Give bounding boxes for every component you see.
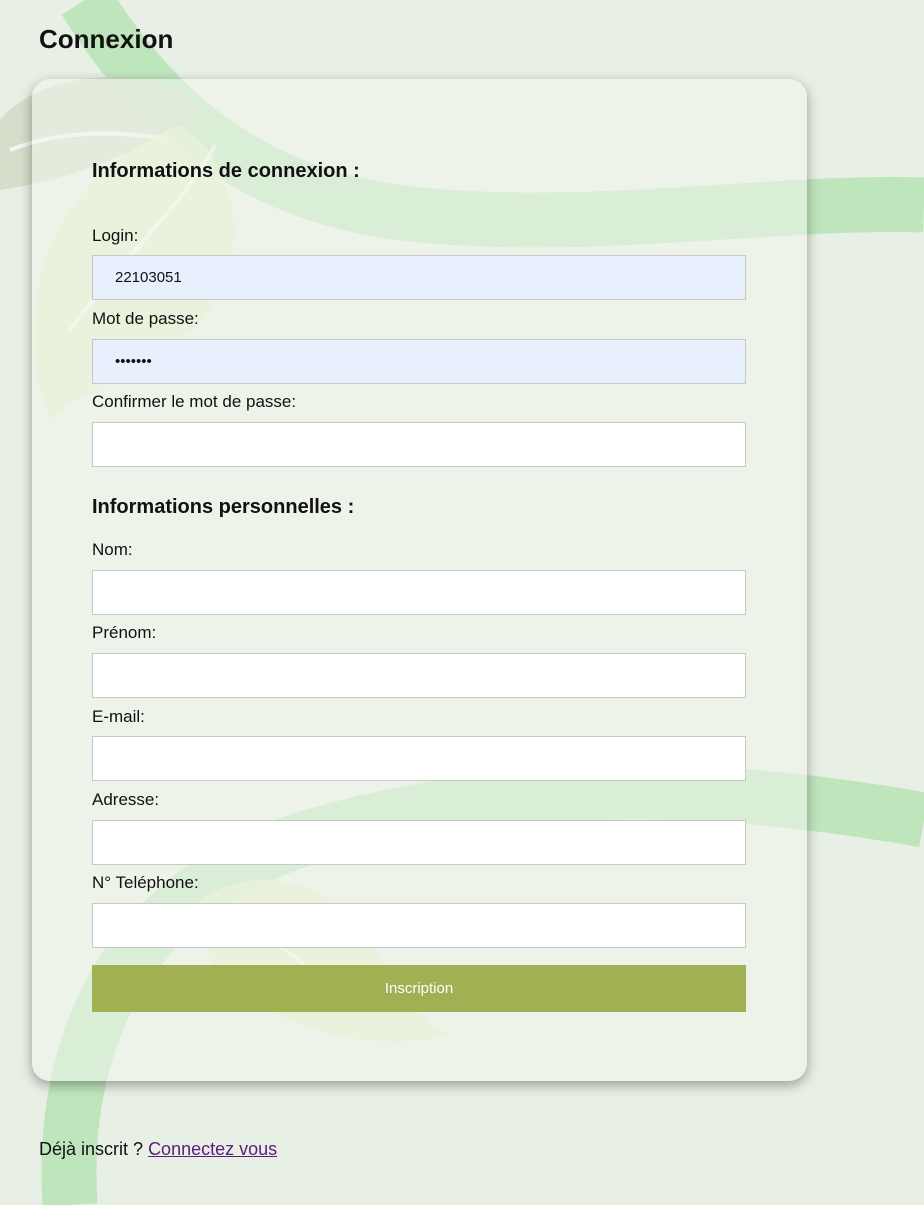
password-input[interactable] (92, 339, 746, 384)
login-section-title: Informations de connexion : (92, 160, 360, 182)
registration-form-card: Informations de connexion : Login: Mot d… (32, 79, 807, 1081)
telephone-label: N° Teléphone: (92, 873, 199, 892)
footer-login-prompt: Déjà inscrit ? Connectez vous (39, 1139, 277, 1160)
email-label: E-mail: (92, 707, 145, 726)
nom-label: Nom: (92, 540, 133, 559)
adresse-input[interactable] (92, 820, 746, 865)
prenom-label: Prénom: (92, 623, 157, 642)
inscription-button[interactable]: Inscription (92, 965, 746, 1012)
email-input[interactable] (92, 736, 746, 781)
prenom-input[interactable] (92, 653, 746, 698)
confirm-password-input[interactable] (92, 422, 746, 467)
nom-input[interactable] (92, 570, 746, 615)
footer-text: Déjà inscrit ? (39, 1139, 144, 1159)
telephone-input[interactable] (92, 903, 746, 948)
adresse-label: Adresse: (92, 790, 160, 809)
login-link[interactable]: Connectez vous (148, 1139, 277, 1159)
page-title: Connexion (39, 24, 174, 54)
login-label: Login: (92, 226, 139, 245)
confirm-password-label: Confirmer le mot de passe: (92, 392, 297, 411)
personal-section-title: Informations personnelles : (92, 496, 355, 518)
login-input[interactable] (92, 255, 746, 300)
password-label: Mot de passe: (92, 309, 199, 328)
